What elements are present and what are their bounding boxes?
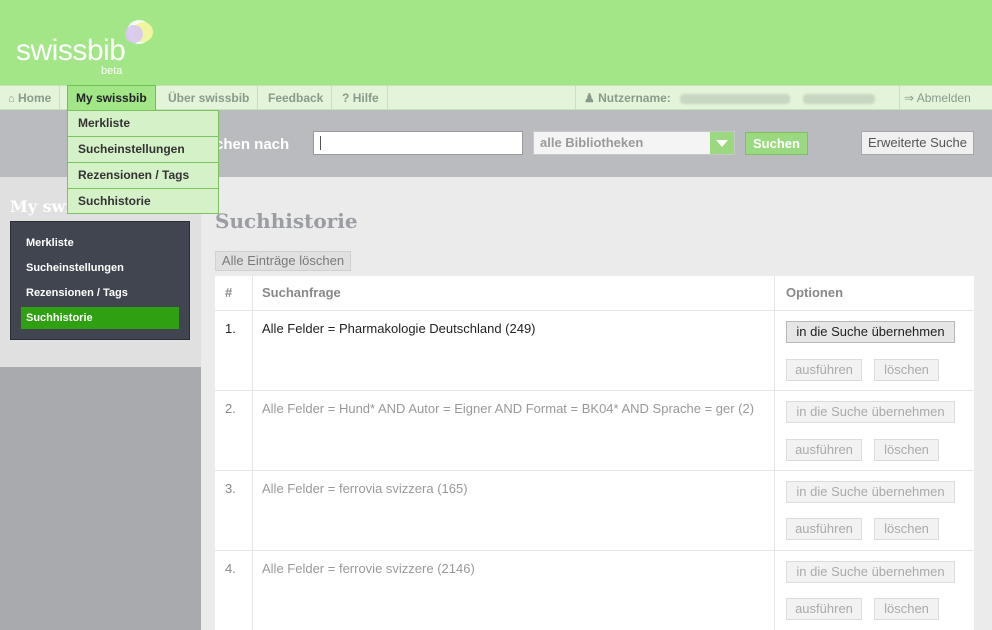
sidebar-menu: Merkliste Sucheinstellungen Rezensionen …: [10, 221, 190, 340]
logo-mark-icon: [125, 20, 153, 44]
user-info: ♟ Nutzername:: [575, 86, 900, 110]
nav-hilfe-label: Hilfe: [352, 91, 379, 105]
library-select-value: alle Bibliotheken: [540, 135, 644, 150]
help-icon: ?: [342, 91, 350, 105]
nav-hilfe[interactable]: ? Hilfe: [334, 86, 388, 110]
row-query: Alle Felder = ferrovie svizzere (2146): [262, 561, 475, 576]
nav-home[interactable]: ⌂ Home: [0, 86, 61, 110]
nav-feedback[interactable]: Feedback: [260, 86, 333, 110]
row-query: Alle Felder = ferrovia svizzera (165): [262, 481, 468, 496]
sidebar-item-rezensionen-tags[interactable]: Rezensionen / Tags: [26, 282, 128, 304]
delete-button[interactable]: löschen: [874, 439, 939, 461]
row-divider: [215, 310, 974, 311]
username-redacted-2: [803, 93, 876, 104]
row-number: 2.: [225, 401, 236, 416]
column-header-num: #: [225, 285, 233, 300]
logout-label: Abmelden: [916, 91, 971, 105]
username-redacted: [680, 93, 791, 104]
advanced-search-button[interactable]: Erweiterte Suche: [861, 131, 974, 155]
take-over-button[interactable]: in die Suche übernehmen: [786, 481, 955, 503]
run-button[interactable]: ausführen: [786, 359, 862, 381]
library-select[interactable]: alle Bibliotheken: [533, 131, 735, 155]
logout-link[interactable]: ⇒ Abmelden: [904, 86, 971, 110]
column-header-options: Optionen: [786, 285, 844, 300]
sidebar-background: [0, 367, 201, 630]
search-button[interactable]: Suchen: [745, 132, 808, 155]
logout-icon: ⇒: [904, 91, 915, 105]
take-over-button[interactable]: in die Suche übernehmen: [786, 401, 955, 423]
sidebar-item-merkliste[interactable]: Merkliste: [26, 232, 74, 254]
search-label: chen nach: [215, 136, 290, 153]
clear-all-button[interactable]: Alle Einträge löschen: [215, 251, 351, 271]
user-icon: ♟: [584, 91, 595, 105]
nav-my-swissbib[interactable]: My swissbib: [67, 85, 156, 111]
nav-home-label: Home: [18, 91, 52, 105]
nav-ueber-swissbib[interactable]: Über swissbib: [160, 86, 259, 110]
dropdown-item-sucheinstellungen[interactable]: Sucheinstellungen: [68, 137, 218, 163]
username-label: Nutzername:: [598, 91, 671, 105]
logo-beta-tag: beta: [101, 65, 123, 77]
row-divider: [215, 390, 974, 391]
dropdown-item-merkliste[interactable]: Merkliste: [68, 111, 218, 137]
page-title: Suchhistorie: [215, 209, 358, 233]
dropdown-item-suchhistorie[interactable]: Suchhistorie: [68, 189, 218, 215]
run-button[interactable]: ausführen: [786, 439, 862, 461]
delete-button[interactable]: löschen: [874, 359, 939, 381]
my-swissbib-dropdown: Merkliste Sucheinstellungen Rezensionen …: [67, 110, 219, 214]
logo-wordmark[interactable]: swissbib: [16, 34, 126, 68]
main-nav: ⌂ Home My swissbib Über swissbib Feedbac…: [0, 85, 992, 111]
row-query: Alle Felder = Hund* AND Autor = Eigner A…: [262, 401, 755, 416]
row-divider: [215, 470, 974, 471]
row-number: 3.: [225, 481, 236, 496]
sidebar-item-sucheinstellungen[interactable]: Sucheinstellungen: [26, 257, 124, 279]
search-input[interactable]: [313, 131, 523, 155]
row-divider: [215, 550, 974, 551]
row-query: Alle Felder = Pharmakologie Deutschland …: [262, 321, 536, 336]
chevron-down-icon[interactable]: [710, 132, 734, 154]
history-table: # Suchanfrage Optionen 1. Alle Felder = …: [215, 276, 974, 630]
run-button[interactable]: ausführen: [786, 598, 862, 620]
sidebar-item-suchhistorie[interactable]: Suchhistorie: [21, 307, 179, 329]
dropdown-item-rezensionen-tags[interactable]: Rezensionen / Tags: [68, 163, 218, 189]
home-icon: ⌂: [8, 93, 15, 105]
row-number: 4.: [225, 561, 236, 576]
take-over-button[interactable]: in die Suche übernehmen: [786, 321, 955, 343]
delete-button[interactable]: löschen: [874, 598, 939, 620]
run-button[interactable]: ausführen: [786, 518, 862, 540]
header: swissbib beta: [0, 0, 992, 85]
take-over-button[interactable]: in die Suche übernehmen: [786, 561, 955, 583]
column-divider: [252, 276, 253, 630]
column-header-query: Suchanfrage: [262, 285, 341, 300]
column-divider: [774, 276, 775, 630]
text-caret: [320, 136, 321, 150]
row-number: 1.: [225, 321, 236, 336]
delete-button[interactable]: löschen: [874, 518, 939, 540]
